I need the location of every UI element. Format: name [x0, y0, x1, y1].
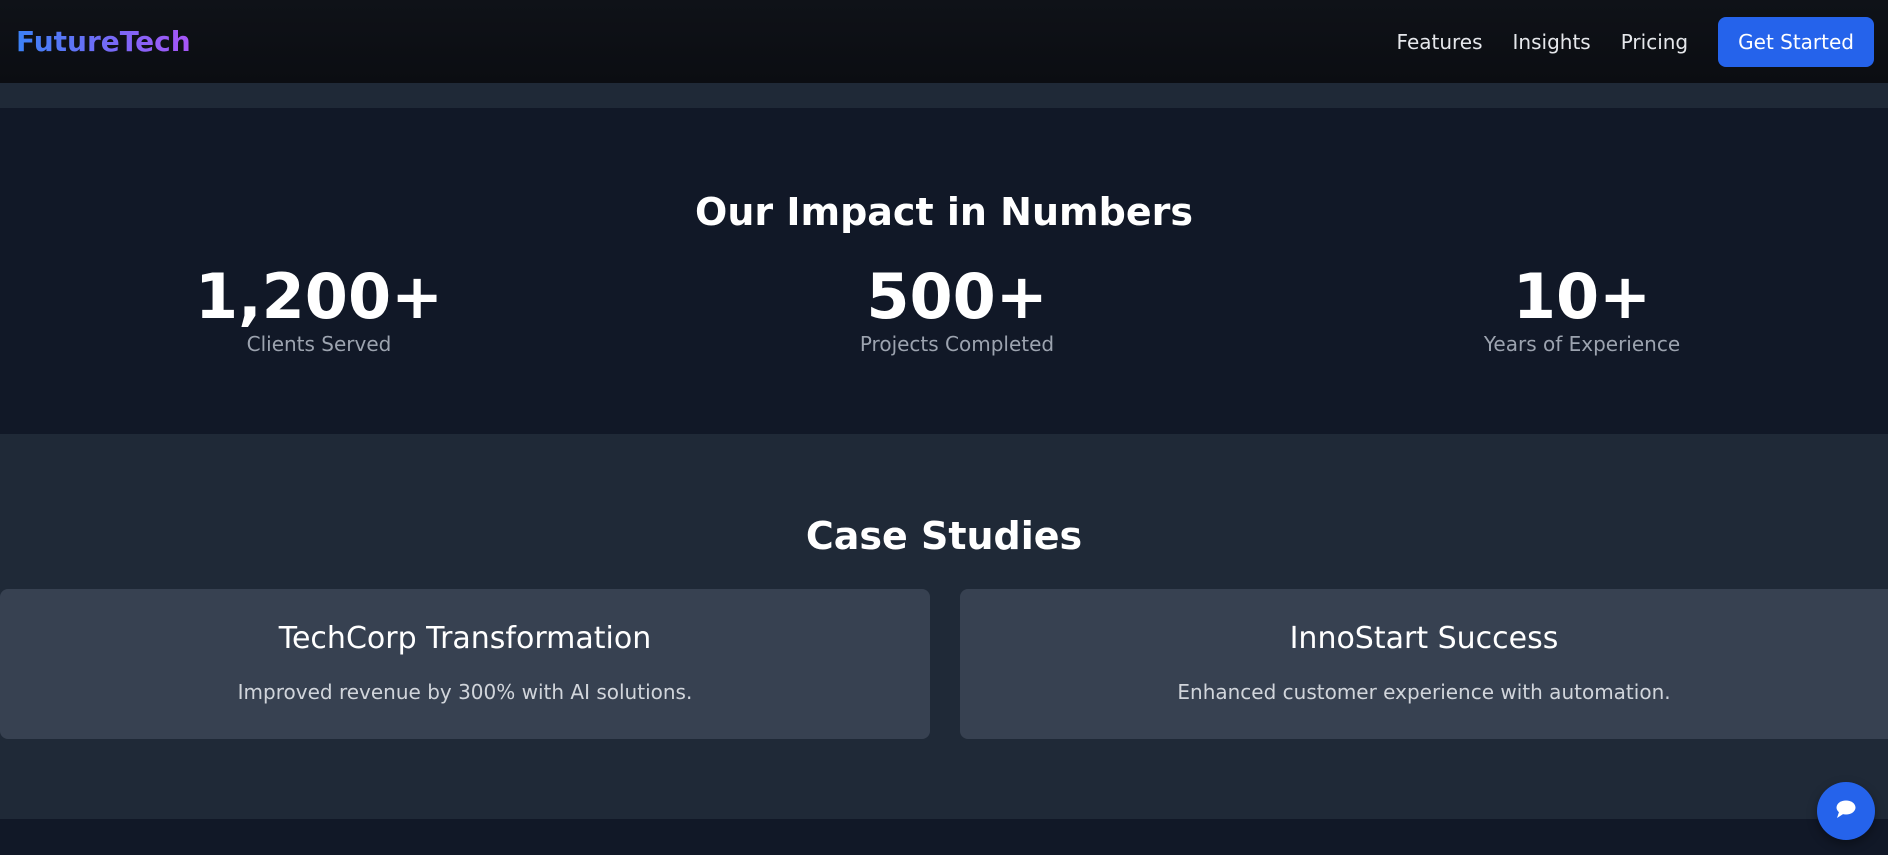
stat-value: 1,200+ [194, 260, 444, 333]
case-card-techcorp[interactable]: TechCorp Transformation Improved revenue… [0, 589, 930, 739]
case-card-title: InnoStart Success [1289, 621, 1559, 656]
stat-projects: 500+ Projects Completed [757, 260, 1157, 357]
nav-links: Features Insights Pricing Get Started [1397, 16, 1874, 67]
nav-link-insights[interactable]: Insights [1513, 30, 1591, 54]
navbar: FutureTech Features Insights Pricing Get… [0, 0, 1888, 83]
stat-value: 500+ [866, 260, 1048, 333]
stat-years: 10+ Years of Experience [1382, 260, 1782, 357]
case-card-description: Improved revenue by 300% with AI solutio… [237, 680, 693, 704]
stats-title: Our Impact in Numbers [695, 190, 1193, 234]
get-started-button[interactable]: Get Started [1718, 16, 1874, 67]
case-studies-section: Case Studies TechCorp Transformation Imp… [0, 434, 1888, 819]
nav-link-features[interactable]: Features [1397, 30, 1483, 54]
logo[interactable]: FutureTech [16, 25, 191, 58]
next-section-edge [0, 819, 1888, 855]
stat-label: Clients Served [246, 332, 392, 356]
stat-label: Projects Completed [859, 332, 1055, 356]
stat-clients: 1,200+ Clients Served [119, 260, 519, 357]
chat-bubble-icon [1834, 798, 1858, 824]
case-card-description: Enhanced customer experience with automa… [1177, 680, 1671, 704]
stats-section: Our Impact in Numbers 1,200+ Clients Ser… [0, 108, 1888, 434]
chat-button[interactable] [1817, 782, 1875, 840]
nav-link-pricing[interactable]: Pricing [1621, 30, 1688, 54]
case-card-title: TechCorp Transformation [278, 621, 652, 656]
header-divider-strip [0, 83, 1888, 108]
stat-label: Years of Experience [1483, 332, 1681, 356]
case-card-innostart[interactable]: InnoStart Success Enhanced customer expe… [960, 589, 1888, 739]
stat-value: 10+ [1512, 260, 1652, 333]
case-studies-title: Case Studies [805, 514, 1083, 558]
